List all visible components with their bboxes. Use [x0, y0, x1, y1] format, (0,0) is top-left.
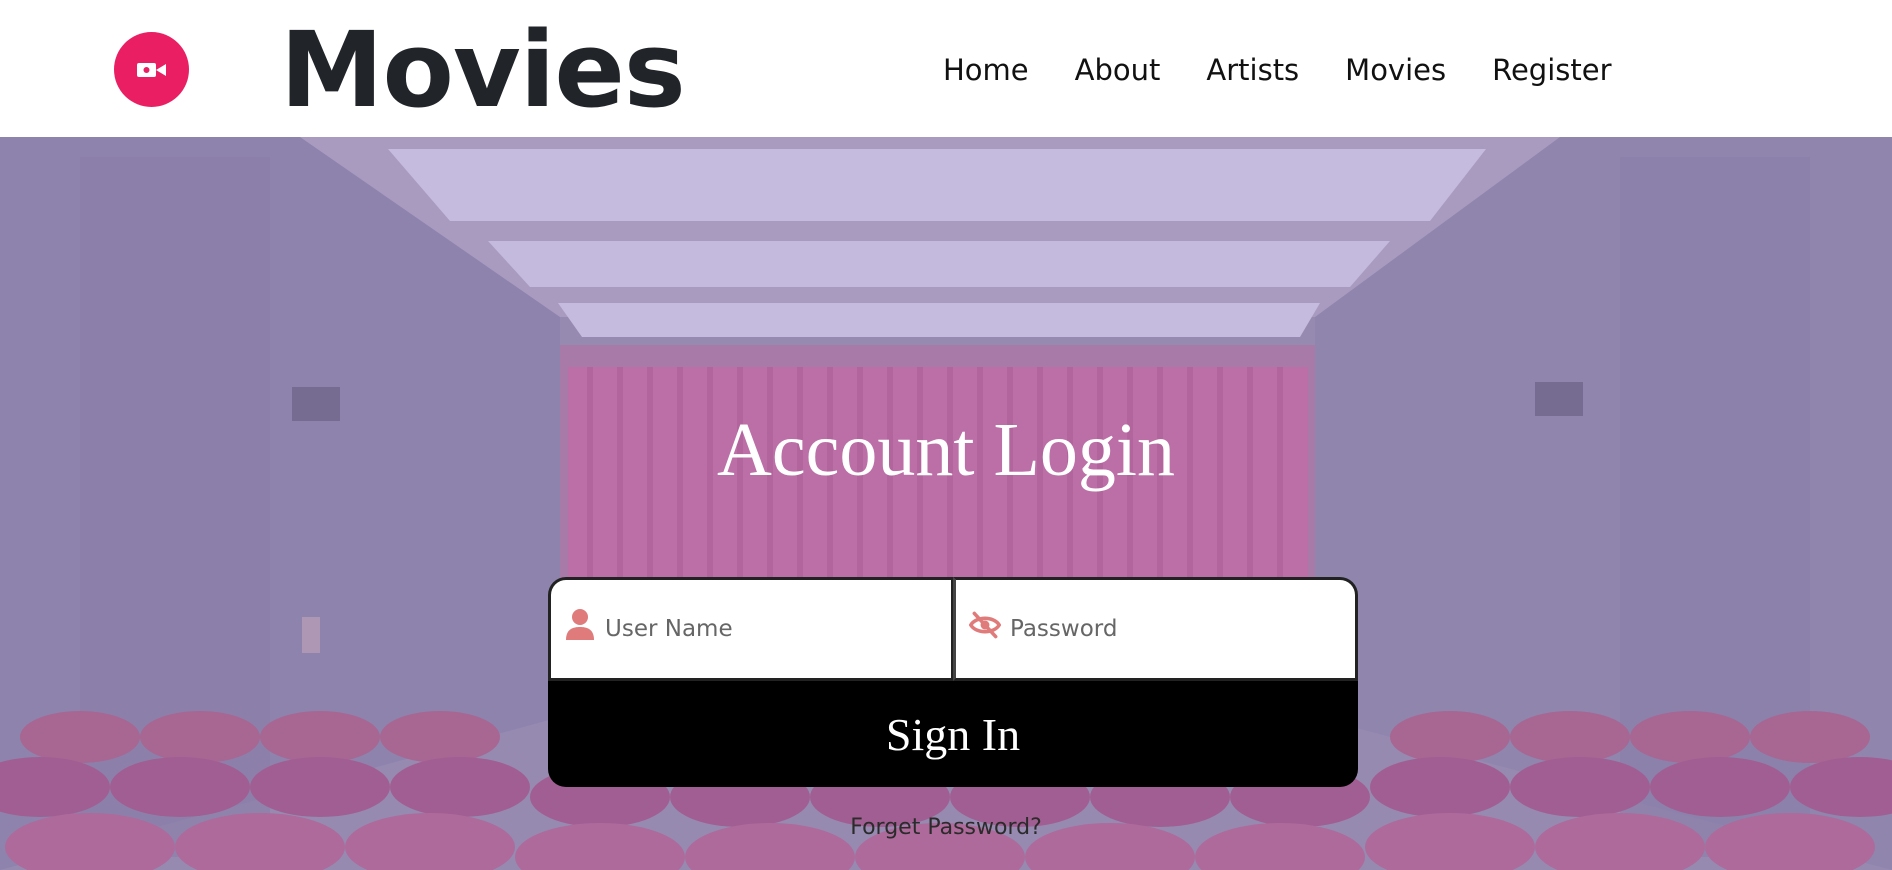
- page-title: Account Login: [716, 408, 1175, 492]
- nav-home[interactable]: Home: [943, 48, 1029, 92]
- username-field: [548, 577, 953, 681]
- nav-about[interactable]: About: [1075, 48, 1161, 92]
- user-icon: [566, 609, 594, 640]
- logo[interactable]: [114, 32, 189, 107]
- password-field: [953, 577, 1358, 681]
- forgot-password-link[interactable]: Forget Password?: [0, 815, 1892, 840]
- username-input[interactable]: [605, 604, 925, 654]
- eye-slash-icon[interactable]: [969, 608, 1001, 642]
- site-header: Movies Home About Artists Movies Registe…: [0, 0, 1892, 137]
- nav-register[interactable]: Register: [1492, 48, 1611, 92]
- nav-artists[interactable]: Artists: [1206, 48, 1299, 92]
- sign-in-button[interactable]: Sign In: [548, 681, 1358, 787]
- password-input[interactable]: [1010, 604, 1330, 654]
- brand-title[interactable]: Movies: [280, 8, 686, 132]
- nav-movies[interactable]: Movies: [1345, 48, 1446, 92]
- login-form: Sign In: [548, 577, 1358, 787]
- main-nav: Home About Artists Movies Register: [943, 48, 1658, 92]
- video-camera-icon: [137, 63, 166, 77]
